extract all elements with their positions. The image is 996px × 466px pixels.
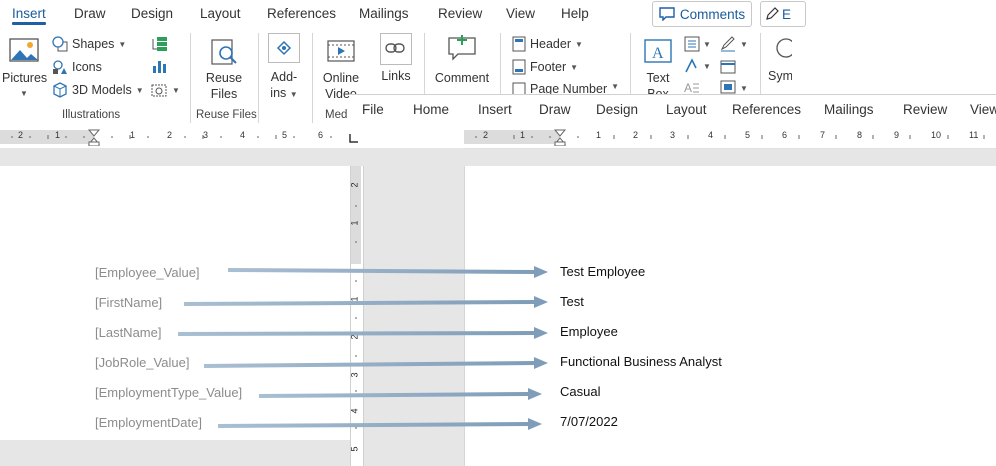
merged-value-firstname: Test <box>560 294 584 309</box>
merged-value-employee: Test Employee <box>560 264 646 279</box>
merged-value-jobrole: Functional Business Analyst <box>560 354 722 369</box>
merge-field-employmentdate[interactable]: [EmploymentDate] <box>95 415 202 430</box>
merge-field-employee[interactable]: [Employee_Value] <box>95 265 200 280</box>
merge-field-jobrole[interactable]: [JobRole_Value] <box>95 355 189 370</box>
arrow-employmenttype <box>258 388 542 400</box>
merged-value-employmentdate: 7/07/2022 <box>560 414 618 429</box>
arrow-lastname <box>177 327 548 339</box>
merge-field-employmenttype[interactable]: [EmploymentType_Value] <box>95 385 242 400</box>
merge-field-firstname[interactable]: [FirstName] <box>95 295 162 310</box>
arrow-employee <box>227 266 548 278</box>
merge-field-lastname[interactable]: [LastName] <box>95 325 161 340</box>
merged-value-lastname: Employee <box>560 324 618 339</box>
arrow-firstname <box>183 296 548 308</box>
arrow-jobrole <box>203 357 548 369</box>
arrow-employmentdate <box>217 418 542 430</box>
merged-value-employmenttype: Casual <box>560 384 601 399</box>
